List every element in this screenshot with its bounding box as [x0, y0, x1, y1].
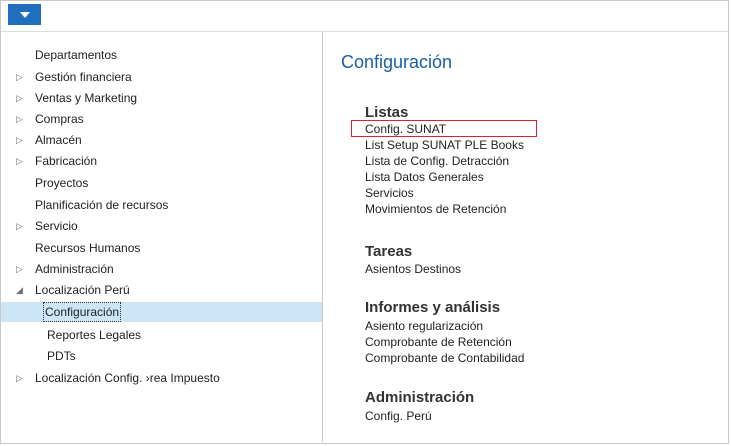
- nav-item-label: Compras: [35, 112, 84, 126]
- link-movimientos-retencion[interactable]: Movimientos de Retención: [365, 201, 506, 217]
- nav-item-label: Reportes Legales: [47, 328, 142, 342]
- nav-item-proyectos[interactable]: Proyectos: [1, 173, 322, 193]
- nav-item-fabricacion[interactable]: ▷ Fabricación: [1, 151, 322, 171]
- nav-item-pdts[interactable]: PDTs: [1, 346, 322, 366]
- nav-item-label: Servicio: [35, 219, 78, 233]
- link-comprobante-retencion[interactable]: Comprobante de Retención: [365, 334, 512, 350]
- nav-item-label: Recursos Humanos: [35, 241, 141, 255]
- nav-item-configuracion[interactable]: Configuración: [1, 302, 322, 322]
- nav-item-label: Administración: [35, 262, 114, 276]
- link-asientos-destinos[interactable]: Asientos Destinos: [365, 261, 461, 277]
- link-config-sunat[interactable]: Config. SUNAT: [365, 121, 446, 137]
- nav-item-label: Configuración: [43, 302, 122, 322]
- nav-item-localizacion-config-impuesto[interactable]: ▷ Localización Config. ›rea Impuesto: [1, 368, 322, 388]
- nav-item-recursos-humanos[interactable]: Recursos Humanos: [1, 238, 322, 258]
- expand-arrow-icon[interactable]: ▷: [16, 88, 26, 108]
- nav-item-ventas-marketing[interactable]: ▷ Ventas y Marketing: [1, 88, 322, 108]
- nav-item-label: Planificación de recursos: [35, 198, 169, 212]
- navigation-pane: Departamentos ▷ Gestión financiera ▷ Ven…: [1, 32, 323, 442]
- nav-item-gestion-financiera[interactable]: ▷ Gestión financiera: [1, 67, 322, 87]
- expand-arrow-icon[interactable]: ▷: [16, 151, 26, 171]
- nav-item-label: Localización Perú: [35, 283, 130, 297]
- section-title-listas: Listas: [365, 104, 409, 121]
- expand-arrow-icon[interactable]: ▷: [16, 130, 26, 150]
- page-title: Configuración: [341, 52, 453, 72]
- link-lista-config-detraccion[interactable]: Lista de Config. Detracción: [365, 153, 509, 169]
- section-title-administracion: Administración: [365, 389, 475, 406]
- expand-arrow-icon[interactable]: ▷: [16, 67, 26, 87]
- nav-item-label: Proyectos: [35, 176, 89, 190]
- link-servicios[interactable]: Servicios: [365, 185, 414, 201]
- nav-item-compras[interactable]: ▷ Compras: [1, 109, 322, 129]
- nav-item-label: Departamentos: [35, 48, 118, 62]
- nav-item-almacen[interactable]: ▷ Almacén: [1, 130, 322, 150]
- expand-arrow-icon[interactable]: ▷: [16, 368, 26, 388]
- navigation-menu-button[interactable]: [8, 4, 41, 25]
- nav-item-administracion[interactable]: ▷ Administración: [1, 259, 322, 279]
- nav-item-label: Ventas y Marketing: [35, 91, 138, 105]
- expand-arrow-icon[interactable]: ▷: [16, 109, 26, 129]
- nav-item-servicio[interactable]: ▷ Servicio: [1, 216, 322, 236]
- collapse-arrow-icon[interactable]: ◢: [16, 280, 26, 300]
- link-list-setup-sunat-ple-books[interactable]: List Setup SUNAT PLE Books: [365, 137, 524, 153]
- section-title-informes: Informes y análisis: [365, 299, 501, 316]
- nav-item-label: Fabricación: [35, 154, 98, 168]
- nav-item-departamentos[interactable]: Departamentos: [1, 45, 322, 65]
- section-title-tareas: Tareas: [365, 243, 413, 260]
- link-config-peru[interactable]: Config. Perú: [365, 408, 432, 424]
- top-bar: [1, 1, 728, 32]
- nav-item-localizacion-peru[interactable]: ◢ Localización Perú: [1, 280, 322, 300]
- link-asiento-regularizacion[interactable]: Asiento regularización: [365, 318, 483, 334]
- nav-item-label: Almacén: [35, 133, 82, 147]
- nav-item-label: PDTs: [47, 349, 76, 363]
- link-comprobante-contabilidad[interactable]: Comprobante de Contabilidad: [365, 350, 524, 366]
- nav-item-label: Gestión financiera: [35, 70, 132, 84]
- expand-arrow-icon[interactable]: ▷: [16, 216, 26, 236]
- nav-item-label: Localización Config. ›rea Impuesto: [35, 371, 220, 385]
- nav-item-reportes-legales[interactable]: Reportes Legales: [1, 325, 322, 345]
- nav-item-planificacion-recursos[interactable]: Planificación de recursos: [1, 195, 322, 215]
- expand-arrow-icon[interactable]: ▷: [16, 259, 26, 279]
- caret-down-icon: [19, 11, 30, 18]
- content-pane: Configuración Listas Config. SUNAT List …: [323, 32, 728, 442]
- link-lista-datos-generales[interactable]: Lista Datos Generales: [365, 169, 484, 185]
